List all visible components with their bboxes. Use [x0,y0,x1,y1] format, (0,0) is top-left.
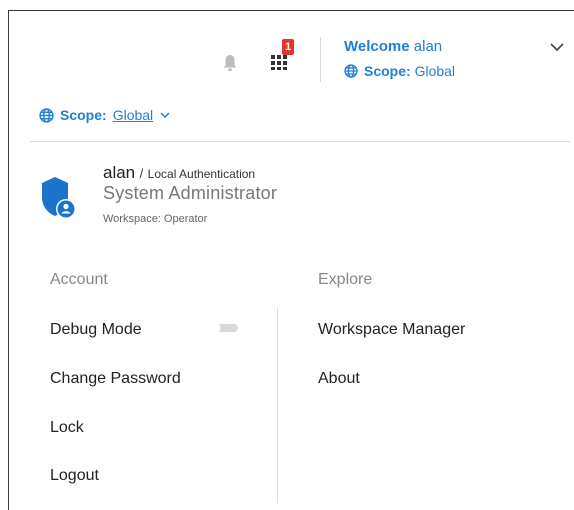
column-divider [277,307,278,503]
auth-method: Local Authentication [147,167,256,181]
scope-selector[interactable]: Scope: Global [39,107,171,123]
logout-item[interactable]: Logout [50,467,99,485]
header-scope-label: Scope: [364,63,411,79]
bell-icon[interactable] [222,54,238,72]
user-identity: alan / Local Authentication [103,163,255,183]
explore-section-title: Explore [318,271,373,288]
user-separator: / [139,166,144,181]
scope-label: Scope: [60,107,107,123]
notification-badge: 1 [282,39,294,55]
header-scope[interactable]: Scope: Global [344,63,455,79]
header-divider [320,37,321,82]
header-scope-value: Global [414,63,456,79]
account-section-title: Account [50,271,108,288]
user-workspace: Workspace: Operator [103,213,208,225]
chevron-down-icon[interactable] [159,110,171,120]
user-name: alan [103,163,136,182]
workspace-manager-item[interactable]: Workspace Manager [318,321,465,339]
change-password-item[interactable]: Change Password [50,370,181,388]
scope-value-link[interactable]: Global [113,107,153,123]
globe-icon [39,107,54,123]
globe-icon [344,64,358,78]
user-menu-panel [9,95,574,510]
debug-mode-toggle[interactable] [206,321,238,335]
welcome-user: alan [413,38,443,55]
about-item[interactable]: About [318,370,360,388]
welcome-prefix: Welcome [344,38,410,55]
shield-user-icon [42,177,76,219]
panel-divider [30,141,570,142]
welcome-text[interactable]: Welcome alan [344,38,442,55]
chevron-down-icon[interactable] [548,40,566,54]
user-role: System Administrator [103,183,278,203]
lock-item[interactable]: Lock [50,419,84,437]
debug-mode-item[interactable]: Debug Mode [50,321,142,339]
